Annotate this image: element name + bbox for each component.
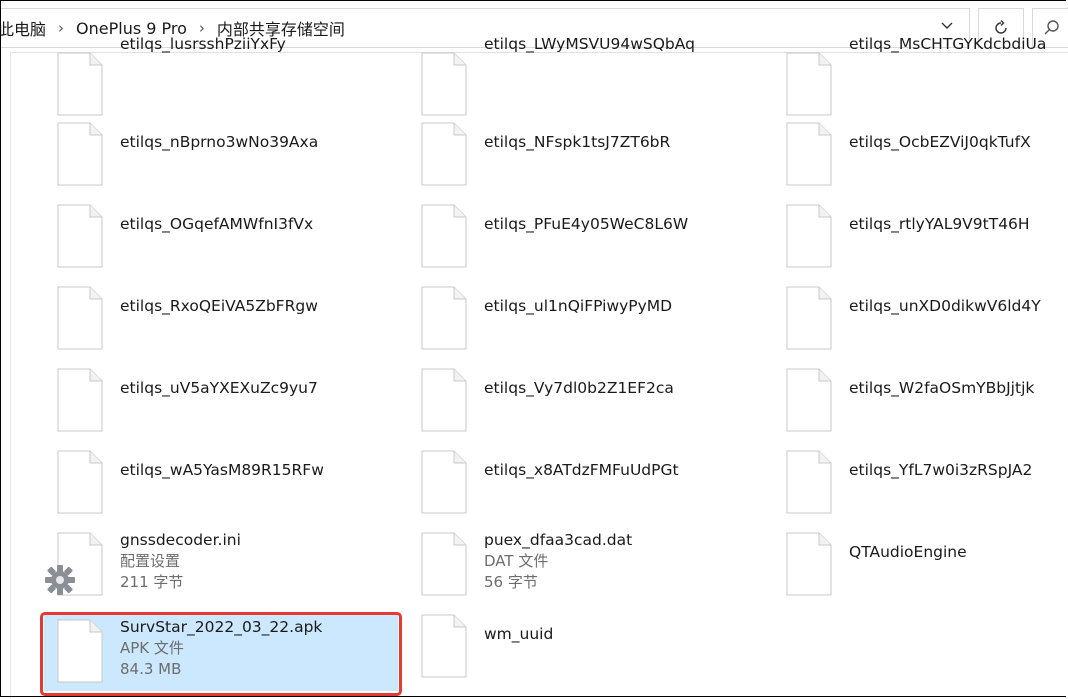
window-frame: [0, 0, 1066, 697]
